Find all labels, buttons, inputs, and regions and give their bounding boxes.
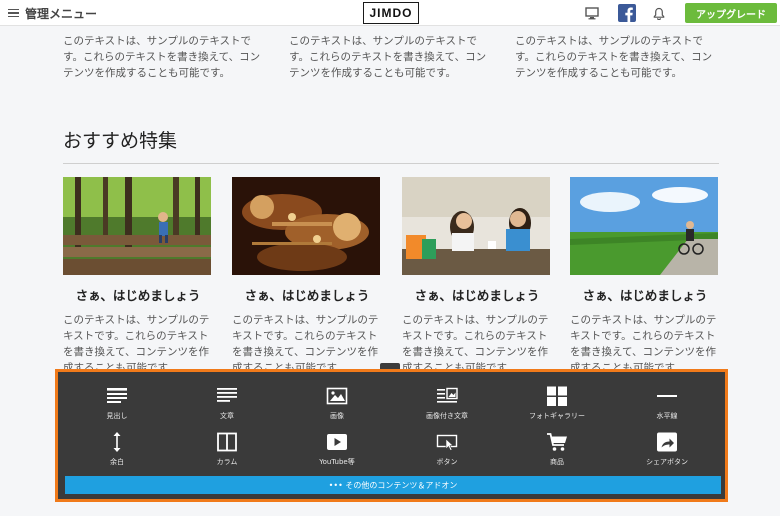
facebook-icon[interactable] — [618, 4, 636, 22]
cart-icon — [547, 433, 567, 451]
widget-label: YouTube等 — [319, 458, 355, 466]
widget-text-with-image[interactable]: 画像付き文章 — [392, 386, 502, 428]
video-icon — [327, 434, 347, 450]
button-icon — [436, 434, 458, 451]
card-title[interactable]: さぁ、はじめましょう — [232, 285, 382, 304]
top-bar: 管理メニュー JIMDO アップグレード — [0, 0, 780, 26]
widget-label: ボタン — [436, 458, 458, 466]
card-title[interactable]: さぁ、はじめましょう — [402, 285, 552, 304]
feature-card: さぁ、はじめましょう このテキストは、サンプルのテキストです。これらのテキストを… — [232, 177, 382, 376]
section-title[interactable]: おすすめ特集 — [63, 126, 177, 153]
widget-button[interactable]: ボタン — [392, 432, 502, 474]
widget-label: 商品 — [550, 458, 564, 466]
photo-gallery-icon — [547, 386, 567, 406]
card-text[interactable]: このテキストは、サンプルのテキストです。これらのテキストを書き換えて、コンテンツ… — [402, 312, 552, 376]
card-text[interactable]: このテキストは、サンプルのテキストです。これらのテキストを書き換えて、コンテンツ… — [570, 312, 720, 376]
section-divider — [63, 163, 719, 164]
cafe-women-photo[interactable] — [402, 177, 550, 275]
widget-photo-gallery[interactable]: フォトギャラリー — [502, 386, 612, 428]
heading-icon — [107, 388, 127, 403]
widget-horizontal-line[interactable]: 水平線 — [612, 386, 722, 428]
feature-card: さぁ、はじめましょう このテキストは、サンプルのテキストです。これらのテキストを… — [63, 177, 213, 376]
trumpets-photo[interactable] — [232, 177, 380, 275]
widget-product[interactable]: 商品 — [502, 432, 612, 474]
horizontal-line-icon — [657, 395, 677, 397]
card-text[interactable]: このテキストは、サンプルのテキストです。これらのテキストを書き換えて、コンテンツ… — [63, 312, 213, 376]
hamburger-icon — [8, 8, 19, 18]
widget-label: 見出し — [106, 412, 128, 420]
admin-menu-button[interactable]: 管理メニュー — [8, 3, 97, 23]
widget-video[interactable]: YouTube等 — [282, 432, 392, 474]
upgrade-button[interactable]: アップグレード — [685, 3, 777, 23]
admin-menu-label: 管理メニュー — [25, 6, 98, 21]
widget-spacing[interactable]: 余白 — [62, 432, 172, 474]
widget-share[interactable]: シェアボタン — [612, 432, 722, 474]
top-text-1[interactable]: このテキストは、サンプルのテキストです。これらのテキストを書き換えて、コンテンツ… — [63, 33, 263, 81]
bell-icon[interactable] — [651, 5, 667, 21]
desktop-preview-icon[interactable] — [584, 5, 600, 21]
jimdo-logo[interactable]: JIMDO — [363, 2, 419, 24]
widget-label: 画像 — [330, 412, 344, 420]
add-content-panel: 見出し 文章 画像 画像付き文章 フォトギャラリー 水平線 余白 カラム You… — [55, 369, 728, 502]
card-title[interactable]: さぁ、はじめましょう — [570, 285, 720, 304]
feature-card: さぁ、はじめましょう このテキストは、サンプルのテキストです。これらのテキストを… — [570, 177, 720, 376]
widget-label: 画像付き文章 — [426, 412, 468, 420]
widget-label: 文章 — [220, 412, 234, 420]
feature-card: さぁ、はじめましょう このテキストは、サンプルのテキストです。これらのテキストを… — [402, 177, 552, 376]
columns-icon — [217, 432, 237, 452]
text-with-image-icon — [437, 387, 458, 403]
text-icon — [217, 388, 237, 402]
widget-text[interactable]: 文章 — [172, 386, 282, 428]
card-text[interactable]: このテキストは、サンプルのテキストです。これらのテキストを書き換えて、コンテンツ… — [232, 312, 382, 376]
widget-columns[interactable]: カラム — [172, 432, 282, 474]
top-text-2[interactable]: このテキストは、サンプルのテキストです。これらのテキストを書き換えて、コンテンツ… — [289, 33, 489, 81]
widget-label: フォトギャラリー — [529, 412, 585, 420]
cycling-road-photo[interactable] — [570, 177, 718, 275]
widget-label: 余白 — [110, 458, 124, 466]
widget-image[interactable]: 画像 — [282, 386, 392, 428]
image-icon — [326, 387, 348, 405]
forest-child-photo[interactable] — [63, 177, 211, 275]
more-content-button[interactable]: ••• その他のコンテンツ＆アドオン — [65, 476, 721, 494]
top-text-3[interactable]: このテキストは、サンプルのテキストです。これらのテキストを書き換えて、コンテンツ… — [515, 33, 715, 81]
spacing-icon — [113, 432, 121, 452]
share-icon — [657, 432, 677, 452]
widget-label: シェアボタン — [646, 458, 688, 466]
widget-heading[interactable]: 見出し — [62, 386, 172, 428]
widget-label: カラム — [216, 458, 238, 466]
card-title[interactable]: さぁ、はじめましょう — [63, 285, 213, 304]
widget-label: 水平線 — [656, 412, 678, 420]
